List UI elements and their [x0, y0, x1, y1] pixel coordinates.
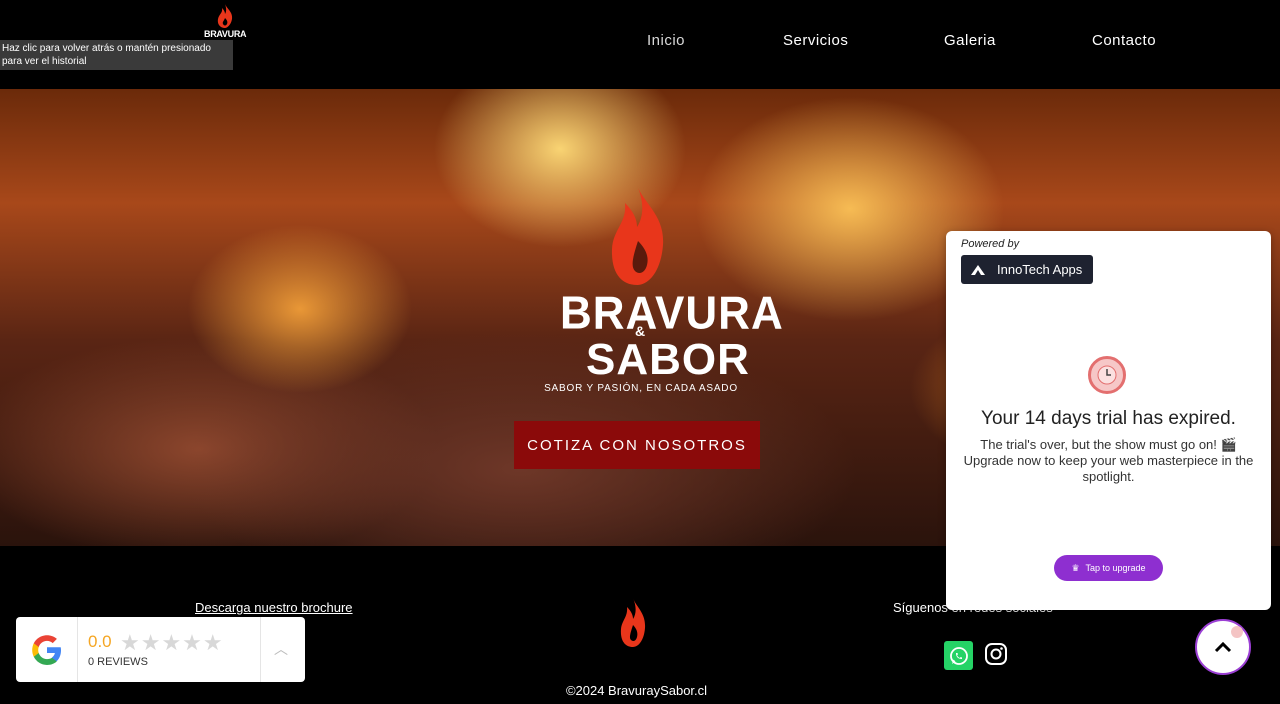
- innotech-logo-icon: [971, 264, 985, 275]
- instagram-icon[interactable]: [983, 641, 1009, 667]
- upgrade-button[interactable]: ♛ Tap to upgrade: [1054, 555, 1163, 581]
- hero-slogan: SABOR Y PASIÓN, EN CADA ASADO: [544, 383, 738, 394]
- logo-word-bravura: BRAVURA: [560, 287, 784, 340]
- chevron-up-icon[interactable]: ︿: [274, 639, 288, 659]
- google-icon: [31, 634, 61, 665]
- google-reviews-widget[interactable]: 0.0 ★★★★★ 0 REVIEWS ︿: [16, 617, 305, 682]
- chevron-up-icon: [1214, 641, 1232, 653]
- upgrade-label: Tap to upgrade: [1085, 563, 1146, 573]
- rating-stars: ★★★★★: [120, 630, 224, 655]
- tooltip-line: para ver el historial: [2, 56, 87, 67]
- review-count: 0 REVIEWS: [88, 656, 148, 668]
- trial-message: The trial's over, but the show must go o…: [958, 437, 1259, 485]
- vendor-name: InnoTech Apps: [997, 262, 1083, 277]
- trial-title: Your 14 days trial has expired.: [981, 408, 1236, 429]
- scroll-top-button[interactable]: [1195, 619, 1251, 675]
- crown-icon: ♛: [1071, 562, 1080, 573]
- trial-expired-popup: Powered by InnoTech Apps Your 14 days tr…: [946, 231, 1271, 610]
- nav-item-galeria[interactable]: Galeria: [944, 32, 996, 49]
- rating-score: 0.0: [88, 632, 112, 651]
- trial-line: The trial's over, but the show must go o…: [980, 437, 1237, 452]
- clock-icon: [1088, 356, 1126, 394]
- hero-logo: BRAVURA & SABOR SABOR Y PASIÓN, EN CADA …: [541, 185, 783, 395]
- flame-icon: [620, 598, 646, 647]
- notification-dot: [1231, 626, 1243, 638]
- nav-item-contacto[interactable]: Contacto: [1092, 32, 1156, 49]
- powered-by-label: Powered by: [961, 238, 1020, 250]
- copyright: ©2024 BravuraySabor.cl: [565, 683, 708, 698]
- nav-item-inicio[interactable]: Inicio: [647, 32, 685, 49]
- quote-button[interactable]: COTIZA CON NOSOTROS: [514, 421, 760, 469]
- nav-item-servicios[interactable]: Servicios: [783, 32, 848, 49]
- divider: [260, 617, 261, 682]
- brochure-link[interactable]: Descarga nuestro brochure: [195, 600, 353, 615]
- whatsapp-icon[interactable]: [944, 641, 973, 670]
- flame-icon: [217, 4, 233, 28]
- trial-line: Upgrade now to keep your web masterpiece…: [963, 453, 1254, 484]
- vendor-badge[interactable]: InnoTech Apps: [961, 255, 1093, 284]
- logo-word-sabor: SABOR: [586, 335, 750, 384]
- flame-icon: [611, 185, 664, 285]
- main-nav: Inicio Servicios Galeria Contacto: [0, 32, 1280, 52]
- google-logo: [16, 617, 78, 682]
- site-header: BRAVURA Haz clic para volver atrás o man…: [0, 0, 1280, 89]
